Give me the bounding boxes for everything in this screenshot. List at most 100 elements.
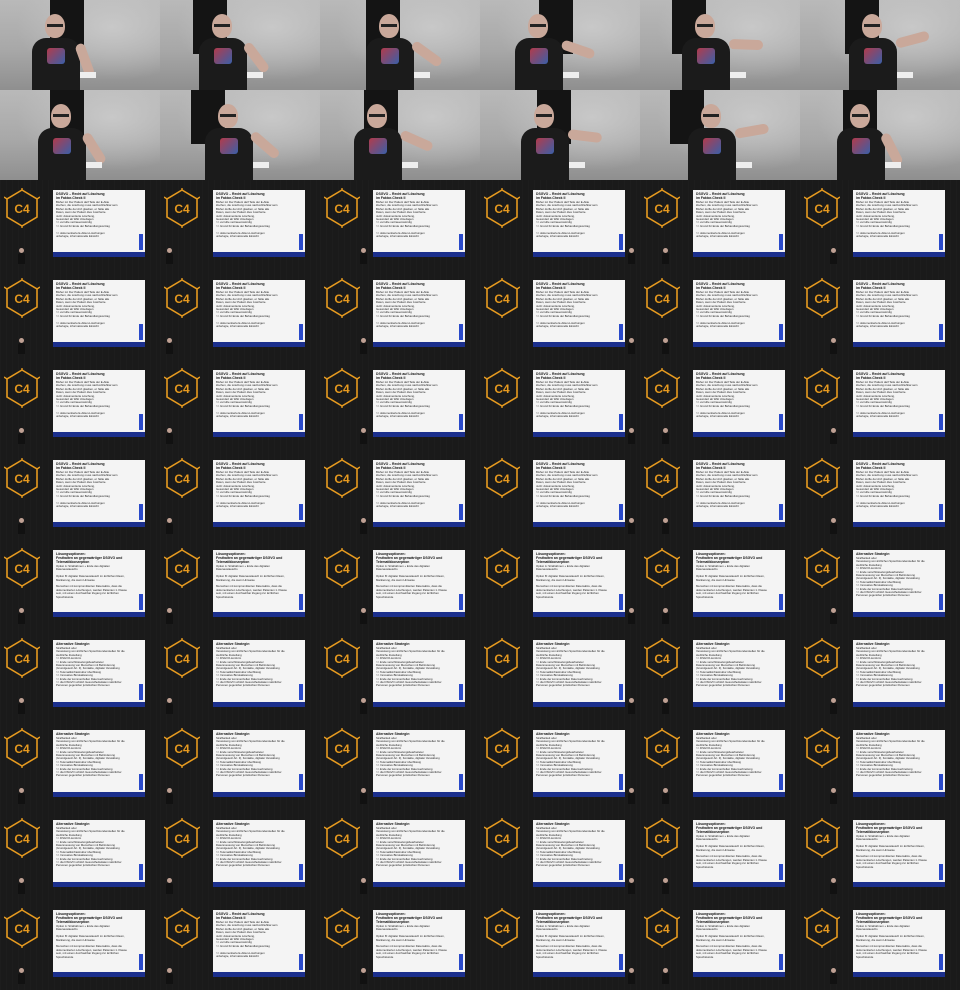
slide-footer-bar [853, 612, 945, 617]
c4-logo: C4 [643, 546, 681, 588]
slide-video-frame: C4 DSGVO – Recht auf Löschung im Faktor-… [480, 450, 640, 540]
slide-footer-bar [213, 702, 305, 707]
slide-body: Option A: Strafrahmen + Ende des digital… [696, 834, 767, 869]
slide-body: Strafbarkeit oder Verweisung von ärztlic… [696, 736, 765, 778]
c4-logo: C4 [483, 546, 521, 588]
c4-hexagon-logo-icon: C4 [483, 546, 521, 588]
presentation-slide: Lösungsoptionen: Festhalten an gegenwärt… [373, 550, 465, 617]
presentation-slide: DSGVO – Recht auf Löschung im Faktor-Che… [853, 280, 945, 347]
c4-hexagon-logo-icon: C4 [483, 456, 521, 498]
speaker-small [360, 338, 367, 354]
slide-video-frame: C4 DSGVO – Recht auf Löschung im Faktor-… [640, 360, 800, 450]
presentation-slide: DSGVO – Recht auf Löschung im Faktor-Che… [693, 190, 785, 257]
presentation-slide: DSGVO – Recht auf Löschung im Faktor-Che… [53, 370, 145, 437]
c4-logo: C4 [803, 186, 841, 228]
c4-hexagon-logo-icon: C4 [643, 186, 681, 228]
speaker-small [830, 968, 837, 984]
speaker-person [26, 94, 108, 180]
c4-hexagon-logo-icon: C4 [3, 276, 41, 318]
slide-video-frame: C4 DSGVO – Recht auf Löschung im Faktor-… [800, 270, 960, 360]
slide-side-image [299, 324, 303, 340]
c4-hexagon-logo-icon: C4 [643, 366, 681, 408]
slide-title: Lösungsoptionen: Festhalten an gegenwärt… [696, 552, 763, 564]
c4-hexagon-logo-icon: C4 [323, 276, 361, 318]
slide-video-frame: C4 Lösungsoptionen: Festhalten an gegenw… [320, 540, 480, 630]
slide-body: Bisher ist: Der Patient darf Teile der E… [536, 200, 598, 239]
slide-side-image [619, 234, 623, 250]
slide-footer-bar [693, 342, 785, 347]
slide-video-frame: C4 Lösungsoptionen: Festhalten an gegenw… [480, 900, 640, 990]
presentation-slide: DSGVO – Recht auf Löschung im Faktor-Che… [533, 370, 625, 437]
slide-body: Option A: Strafrahmen + Ende des digital… [376, 564, 447, 599]
slide-title: DSGVO – Recht auf Löschung im Faktor-Che… [376, 282, 425, 290]
speaker-video-frame [480, 0, 640, 90]
slide-body: Option A: Strafrahmen + Ende des digital… [536, 564, 607, 599]
presentation-slide: DSGVO – Recht auf Löschung im Faktor-Che… [373, 370, 465, 437]
slide-title: DSGVO – Recht auf Löschung im Faktor-Che… [216, 372, 265, 380]
speaker-small [166, 698, 173, 714]
c4-logo: C4 [483, 186, 521, 228]
speaker-small [662, 788, 669, 804]
c4-hexagon-logo-icon: C4 [483, 906, 521, 948]
speaker-small [18, 878, 25, 894]
presentation-slide: Alternative Strategie: Strafbarkeit oder … [213, 730, 305, 797]
slide-side-image [299, 864, 303, 880]
speaker-small [662, 248, 669, 264]
speaker-small [18, 428, 25, 444]
slide-title: DSGVO – Recht auf Löschung im Faktor-Che… [856, 282, 905, 290]
slide-title: DSGVO – Recht auf Löschung im Faktor-Che… [216, 912, 265, 920]
speaker-small [628, 788, 635, 804]
slide-footer-bar [853, 252, 945, 257]
presentation-slide: DSGVO – Recht auf Löschung im Faktor-Che… [53, 460, 145, 527]
slide-video-frame: C4 DSGVO – Recht auf Löschung im Faktor-… [320, 180, 480, 270]
presentation-slide: DSGVO – Recht auf Löschung im Faktor-Che… [213, 460, 305, 527]
speaker-small [662, 518, 669, 534]
slide-side-image [459, 594, 463, 610]
slide-video-frame: C4 DSGVO – Recht auf Löschung im Faktor-… [160, 450, 320, 540]
slide-title: DSGVO – Recht auf Löschung im Faktor-Che… [536, 372, 585, 380]
presentation-slide: Lösungsoptionen: Festhalten an gegenwärt… [533, 550, 625, 617]
presentation-slide: Alternative Strategie: Strafbarkeit oder … [533, 640, 625, 707]
slide-footer-bar [533, 882, 625, 887]
speaker-video-frame [640, 90, 800, 180]
speaker-person [187, 4, 271, 90]
speaker-small [18, 518, 25, 534]
slide-body: Option A: Strafrahmen + Ende des digital… [536, 924, 607, 959]
logo-text: C4 [14, 922, 30, 936]
slide-video-frame: C4 DSGVO – Recht auf Löschung im Faktor-… [480, 180, 640, 270]
slide-footer-bar [533, 522, 625, 527]
slide-footer-bar [373, 882, 465, 887]
c4-logo: C4 [323, 906, 361, 948]
logo-text: C4 [814, 832, 830, 846]
c4-logo: C4 [643, 186, 681, 228]
c4-hexagon-logo-icon: C4 [3, 546, 41, 588]
speaker-small [360, 428, 367, 444]
c4-logo: C4 [323, 456, 361, 498]
c4-logo: C4 [163, 726, 201, 768]
c4-logo: C4 [803, 636, 841, 678]
speaker-small [628, 608, 635, 624]
slide-video-frame: C4 DSGVO – Recht auf Löschung im Faktor-… [0, 450, 160, 540]
slide-side-image [619, 504, 623, 520]
logo-text: C4 [14, 652, 30, 666]
speaker-small [830, 788, 837, 804]
c4-hexagon-logo-icon: C4 [643, 276, 681, 318]
c4-logo: C4 [483, 816, 521, 858]
logo-text: C4 [14, 832, 30, 846]
slide-footer-bar [213, 792, 305, 797]
logo-text: C4 [334, 472, 350, 486]
speaker-small [662, 338, 669, 354]
presentation-slide: Lösungsoptionen: Festhalten an gegenwärt… [693, 910, 785, 977]
slide-footer-bar [373, 972, 465, 977]
speaker-small [830, 248, 837, 264]
c4-logo: C4 [643, 276, 681, 318]
slide-video-frame: C4 DSGVO – Recht auf Löschung im Faktor-… [800, 450, 960, 540]
presentation-slide: Alternative Strategie: Strafbarkeit oder … [373, 730, 465, 797]
slide-body: Strafbarkeit oder Verweisung von ärztlic… [856, 556, 925, 598]
speaker-small [662, 608, 669, 624]
slide-footer-bar [853, 522, 945, 527]
logo-text: C4 [494, 202, 510, 216]
slide-video-frame: C4 DSGVO – Recht auf Löschung im Faktor-… [0, 270, 160, 360]
c4-hexagon-logo-icon: C4 [163, 636, 201, 678]
slide-title: Lösungsoptionen: Festhalten an gegenwärt… [376, 552, 443, 564]
